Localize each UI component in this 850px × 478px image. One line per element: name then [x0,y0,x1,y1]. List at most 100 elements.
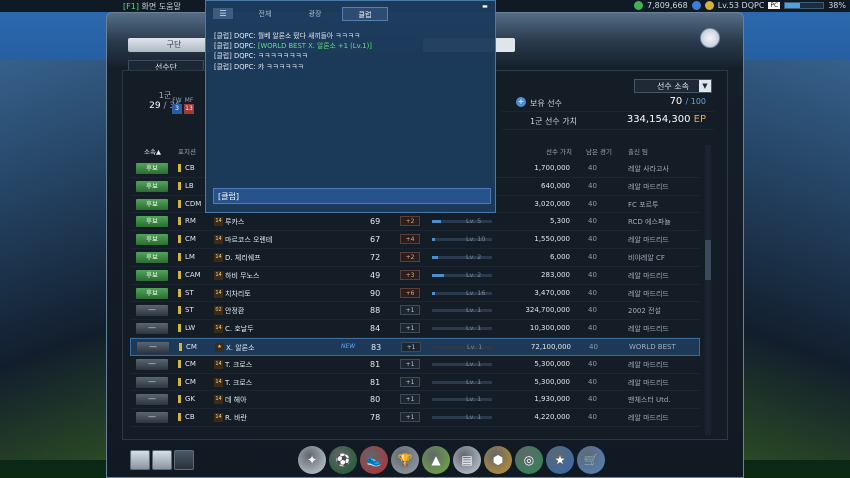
list-icon[interactable] [152,450,172,470]
list-scrollbar[interactable] [705,145,711,435]
enhance-badge: +6 [400,287,420,298]
position-cell: CB [178,164,195,172]
status-button[interactable]: — [136,323,168,335]
club-icon[interactable]: ◎ [515,446,543,474]
status-button[interactable]: — [137,341,169,353]
chat-menu-icon[interactable]: ☰ [213,8,233,19]
card-season-icon: 14 [214,324,223,334]
chat-tab-plaza[interactable]: 광장 [292,7,338,21]
table-row[interactable]: — CM ★ X. 알론소 NEW 83 +1 Lv. 1 72,100,000 40 WORLD … [130,337,700,356]
cash-icon [691,1,701,10]
logout-button[interactable] [700,28,720,48]
level-bar [432,416,492,420]
status-button[interactable]: 후보 [136,180,168,192]
enhance-badge: +1 [401,341,421,352]
affiliation-dropdown[interactable]: 선수 소속 ▼ [634,79,712,93]
trophy-icon[interactable]: 🏆 [391,446,419,474]
add-icon[interactable]: + [516,97,526,107]
card-season-icon: 14 [214,377,223,387]
position-cell: LB [178,181,194,190]
table-row[interactable]: — ST 02 안정환 88 +1 Lv. 1 324,700,000 40 2002 전설 [130,302,700,321]
header-position[interactable]: 포지션 [178,146,196,156]
status-button[interactable]: — [136,394,168,406]
status-button[interactable]: 후보 [136,198,168,210]
level-bar [432,362,492,366]
position-cell: CM [178,359,196,368]
header-affiliation[interactable]: 소속▲ [144,146,161,156]
header-games[interactable]: 남은 경기 [586,146,612,156]
position-cell: CDM [178,199,201,208]
chat-tab-all[interactable]: 전체 [242,7,288,21]
header-price[interactable]: 선수 가치 [546,146,572,156]
status-button[interactable]: 후보 [136,216,168,228]
card-season-icon: 02 [214,306,223,316]
games-left: 40 [588,270,597,279]
coin-icon [633,1,643,10]
player-level: Lv. 1 [466,306,482,315]
document-icon[interactable] [130,450,150,470]
table-row[interactable]: 후보 LM 14 D. 체리쉐프 72 +2 Lv. 2 6,000 40 비야레알 CF [130,249,700,267]
status-button[interactable]: 후보 [136,234,168,246]
status-button[interactable]: 후보 [136,269,168,281]
table-row[interactable]: 후보 RM 14 루카스 69 +2 Lv. 5 5,300 40 RCD 에스파뇰 [130,213,700,232]
chat-message: [클럽] DQPC: 캬 ㅋㅋㅋㅋㅋㅋ [214,62,304,71]
table-row[interactable]: 후보 CM 14 마르코스 오렌테 67 +4 Lv. 10 1,550,000 40 레알 마드… [130,231,700,249]
new-badge: NEW [341,342,356,350]
status-button[interactable]: 후보 [136,163,168,174]
player-name[interactable]: D. 체리쉐프 [225,253,261,263]
player-name[interactable]: 치차리토 [225,289,251,299]
table-row[interactable]: 후보 CAM 14 하비 무노스 49 +3 Lv. 2 283,000 40 레알 마드리드 [130,267,700,285]
player-name[interactable]: T. 크로스 [225,378,252,388]
level-bar [433,345,493,349]
status-button[interactable]: 후보 [136,287,168,299]
mail-icon[interactable] [174,450,194,470]
player-name[interactable]: 하비 무노스 [225,271,259,281]
chat-tab-club[interactable]: 클럽 [342,7,388,21]
games-left: 40 [588,377,597,386]
chat-close-icon[interactable]: ▬ [481,4,489,10]
table-row[interactable]: — CM 14 T. 크로스 81 +1 Lv. 1 5,300,000 40 레알 마드리드 [130,356,700,374]
chat-item-link[interactable]: [WORLD BEST X. 알론소 +1 (Lv.1)] [258,42,372,50]
player-name[interactable]: 데 헤아 [225,395,247,405]
table-row[interactable]: — LW 14 C. 호날두 84 +1 Lv. 1 10,300,000 40 레알 마드리드 [130,320,700,338]
whistle-icon[interactable]: ✦ [298,446,326,474]
player-name[interactable]: 마르코스 오렌테 [225,235,272,245]
level-bar [432,380,492,384]
table-row[interactable]: — CM 14 T. 크로스 81 +1 Lv. 1 5,300,000 40 레알 마드리드 [130,374,700,392]
card-season-icon: 14 [214,413,223,423]
help-hint[interactable]: [F1] 화면 도움말 [123,1,181,12]
player-name[interactable]: C. 호날두 [225,324,254,334]
table-row[interactable]: — CB 14 R. 바란 78 +1 Lv. 1 4,220,000 40 레알 마드리드 [130,409,700,427]
badge-icon[interactable]: ⬢ [484,446,512,474]
ball-icon[interactable]: ⚽ [329,446,357,474]
scrollbar-thumb[interactable] [705,240,711,280]
overall-rating: 83 [371,342,382,352]
player-value: 6,000 [549,252,570,261]
player-name[interactable]: 루카스 [225,217,244,227]
player-name[interactable]: X. 알론소 [226,343,255,353]
header-team[interactable]: 출신 팀 [628,146,648,156]
boots-icon[interactable]: 👟 [360,446,388,474]
player-name[interactable]: T. 크로스 [225,360,252,370]
card-season-icon: ★ [215,342,224,352]
player-value: 10,300,000 [529,324,570,333]
player-name[interactable]: 안정환 [225,306,244,316]
origin-team: 2002 전설 [628,307,661,316]
player-value: 72,100,000 [530,342,571,351]
help-text: 화면 도움말 [141,2,181,11]
status-button[interactable]: — [136,305,168,317]
player-name[interactable]: R. 바란 [225,413,247,423]
chat-input[interactable]: [클럽] [213,188,491,204]
origin-team: RCD 에스파뇰 [628,218,671,227]
status-button[interactable]: — [136,376,168,388]
status-button[interactable]: — [136,412,168,424]
table-row[interactable]: — GK 14 데 헤아 80 +1 Lv. 1 1,930,000 40 맨체스터 Utd. [130,391,700,410]
status-button[interactable]: — [136,358,168,370]
cards-icon[interactable]: ▤ [453,446,481,474]
cone-icon[interactable]: ▲ [422,446,450,474]
status-button[interactable]: 후보 [136,251,168,263]
player-level: Lv. 5 [466,217,482,226]
star-ball-icon[interactable]: ★ [546,446,574,474]
shop-icon[interactable]: 🛒 [577,446,605,474]
table-row[interactable]: 후보 ST 14 치차리토 90 +6 Lv. 16 3,470,000 40 레알 마드리드 [130,285,700,303]
